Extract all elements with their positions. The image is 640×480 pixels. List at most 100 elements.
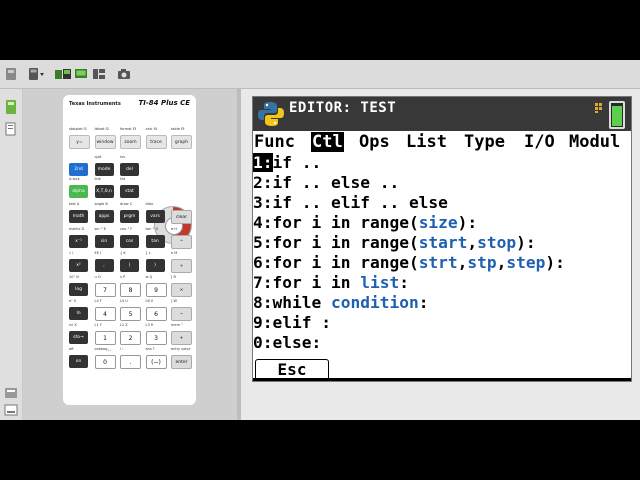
key-secondary-label: matrix D	[69, 227, 85, 231]
key-stat[interactable]: stat	[120, 185, 139, 198]
key-row: 10ˣ N log u O 7 v P 8 w Q 9 [ R ×	[69, 275, 192, 297]
display-icon[interactable]	[74, 65, 88, 83]
menu-option-number: 1:	[253, 153, 273, 172]
menu-tab-ctl[interactable]: Ctl	[311, 132, 344, 152]
calculator-settings-icon[interactable]	[28, 65, 46, 83]
menu-option-number: 6:	[253, 253, 273, 272]
key-5[interactable]: 5	[120, 307, 141, 321]
menu-option-8[interactable]: 8:while condition:	[253, 293, 428, 313]
key-secondary-label: v P	[120, 275, 126, 279]
key-[interactable]: (−)	[145, 355, 167, 369]
key-row: matrix D x⁻¹ sin⁻¹ E sin cos⁻¹ F cos tan⁻¹ G ta…	[69, 227, 192, 249]
key-secondary-label: e M	[171, 251, 178, 255]
key-[interactable]: +	[171, 331, 192, 345]
key-graph[interactable]: graph	[171, 135, 192, 149]
menu-option-3[interactable]: 3:if .. elif .. else	[253, 193, 448, 213]
menu-option-6[interactable]: 6:for i in range(strt,stp,step):	[253, 253, 565, 273]
file-transfer-icon[interactable]	[54, 65, 72, 83]
key-window[interactable]: window	[94, 135, 116, 149]
key-y[interactable]: y=	[69, 135, 90, 149]
menu-option-9[interactable]: 9:elif :	[253, 313, 331, 333]
key-apps[interactable]: apps	[94, 210, 114, 223]
key-ln[interactable]: ln	[69, 307, 88, 320]
key-1[interactable]: 1	[94, 331, 116, 345]
menu-tab-io[interactable]: I/O	[523, 132, 556, 152]
key-tan[interactable]: tan	[145, 235, 165, 248]
key-row: statplot f1 y= tblset f2 window format f3 zoo…	[69, 127, 192, 149]
document-icon[interactable]	[3, 121, 19, 137]
screenshot-camera-icon[interactable]	[117, 65, 131, 83]
menu-option-1[interactable]: 1:if ..	[253, 153, 321, 173]
menu-option-2[interactable]: 2:if .. else ..	[253, 173, 399, 193]
key-del[interactable]: del	[120, 163, 139, 176]
key-enter[interactable]: enter	[171, 355, 192, 369]
key-[interactable]: .	[120, 355, 141, 369]
key-zoom[interactable]: zoom	[120, 135, 141, 149]
settings-icon[interactable]	[3, 385, 19, 401]
key-secondary-label: sin⁻¹ E	[94, 227, 107, 231]
keypad-icon[interactable]	[4, 65, 18, 83]
key-mode[interactable]: mode	[94, 163, 114, 176]
key-secondary-label: L3 θ	[145, 323, 153, 327]
key-row: A-lock alpha link X,T,θ,n list stat	[69, 177, 190, 199]
menu-tab-ops[interactable]: Ops	[358, 132, 391, 152]
key-log[interactable]: log	[69, 283, 88, 296]
key-sto[interactable]: sto→	[69, 331, 88, 344]
esc-softkey[interactable]: Esc	[255, 359, 329, 380]
key-clear[interactable]: clear	[171, 210, 192, 224]
key-4[interactable]: 4	[94, 307, 116, 321]
key-secondary-label: mem "	[171, 323, 183, 327]
menu-option-4[interactable]: 4:for i in range(size):	[253, 213, 477, 233]
key-secondary-label: format f3	[120, 127, 137, 131]
key-6[interactable]: 6	[145, 307, 167, 321]
key-trace[interactable]: trace	[145, 135, 167, 149]
key-0[interactable]: 0	[94, 355, 116, 369]
key-secondary-label: tblset f2	[94, 127, 110, 131]
key-row: eˣ S ln L4 T 4 L5 U 5 L6 V 6] W −	[69, 299, 192, 321]
calculator-view-icon[interactable]	[3, 99, 19, 115]
key-xtn[interactable]: X,T,θ,n	[94, 185, 114, 198]
history-icon[interactable]	[3, 402, 19, 418]
key-prgm[interactable]: prgm	[120, 210, 139, 223]
key-[interactable]: )	[145, 259, 165, 272]
key-cos[interactable]: cos	[120, 235, 139, 248]
key-secondary-label: ] W	[171, 299, 177, 303]
key-secondary-label: tan⁻¹ G	[145, 227, 159, 231]
key-secondary-label: statplot f1	[69, 127, 87, 131]
key-x[interactable]: x²	[69, 259, 88, 272]
argument-placeholder: step	[506, 253, 546, 272]
menu-option-7[interactable]: 7:for i in list:	[253, 273, 409, 293]
layout-icon[interactable]	[92, 65, 106, 83]
key-alpha[interactable]: alpha	[69, 185, 88, 198]
key-8[interactable]: 8	[120, 283, 141, 297]
menu-tab-type[interactable]: Type	[463, 132, 506, 152]
key-[interactable]: (	[120, 259, 139, 272]
key-on[interactable]: on	[69, 355, 88, 368]
key-sin[interactable]: sin	[94, 235, 114, 248]
menu-tab-list[interactable]: List	[405, 132, 448, 152]
key-2[interactable]: 2	[120, 331, 141, 345]
menu-tab-func[interactable]: Func	[253, 132, 296, 152]
argument-placeholder: condition	[330, 293, 419, 312]
key-secondary-label: link	[94, 177, 101, 181]
key-x[interactable]: x⁻¹	[69, 235, 88, 248]
key-2nd[interactable]: 2nd	[69, 163, 88, 176]
panel-splitter[interactable]	[237, 89, 241, 420]
key-secondary-label: i :	[120, 347, 124, 351]
argument-placeholder: stop	[477, 233, 517, 252]
menu-tab-modul[interactable]: Modul	[568, 132, 621, 152]
key-[interactable]: ^	[171, 235, 192, 249]
menu-option-10[interactable]: 0:else:	[253, 333, 321, 353]
key-[interactable]: −	[171, 307, 192, 321]
key-vars[interactable]: vars	[145, 210, 165, 223]
key-[interactable]: ×	[171, 283, 192, 297]
key-math[interactable]: math	[69, 210, 88, 223]
menu-option-5[interactable]: 5:for i in range(start,stop):	[253, 233, 536, 253]
argument-placeholder: stp	[467, 253, 497, 272]
key-[interactable]: ,	[94, 259, 114, 272]
key-secondary-label: L5 U	[120, 299, 128, 303]
key-7[interactable]: 7	[94, 283, 116, 297]
key-3[interactable]: 3	[145, 331, 167, 345]
key-9[interactable]: 9	[145, 283, 167, 297]
key-[interactable]: ÷	[171, 259, 192, 273]
